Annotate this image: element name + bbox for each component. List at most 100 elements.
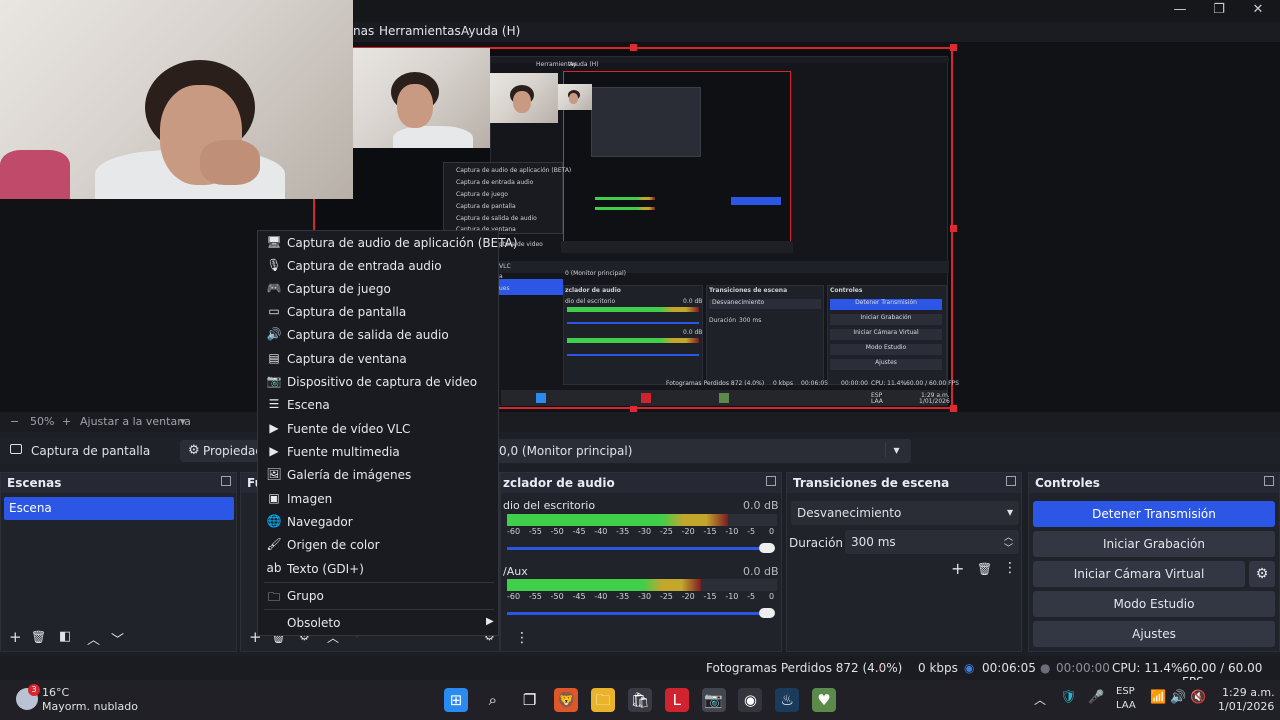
chevron-up-icon[interactable]: ︿: [1034, 691, 1046, 708]
transition-menu-icon[interactable]: ⋮: [1003, 560, 1017, 576]
context-menu-item[interactable]: Obsoleto: [258, 613, 500, 635]
zoom-in-button[interactable]: +: [62, 415, 71, 428]
resize-handle[interactable]: [630, 405, 637, 412]
minimize-button[interactable]: —: [1160, 0, 1200, 22]
zoom-dropdown-icon[interactable]: ▾: [180, 415, 186, 428]
microphone-icon[interactable]: 🎤: [1088, 690, 1104, 705]
context-menu-item[interactable]: ▣ Imagen: [258, 489, 500, 511]
volume-slider-handle[interactable]: [759, 608, 775, 618]
camera-icon[interactable]: 📷: [701, 688, 726, 712]
context-menu-item[interactable]: ▶ Fuente multimedia: [258, 442, 500, 464]
scenes-panel: Escenas Escena + 🗑 ◧ ︿ ﹀: [0, 472, 237, 652]
context-menu-item[interactable]: 🔊 Captura de salida de audio: [258, 325, 500, 347]
volume-slider[interactable]: [507, 612, 769, 615]
search-icon[interactable]: ⌕: [480, 688, 505, 712]
transition-select[interactable]: Desvanecimiento ▾: [791, 501, 1019, 525]
context-menu-item[interactable]: ab Texto (GDI+): [258, 559, 500, 581]
mixer-menu-icon[interactable]: ⋮: [515, 630, 529, 646]
move-down-button[interactable]: ﹀: [111, 629, 124, 648]
obs-icon[interactable]: ◉: [738, 688, 763, 712]
start-icon[interactable]: ⊞: [444, 688, 468, 712]
nested-duration-label: Duración: [709, 317, 737, 324]
source-type-icon: 🔊: [266, 327, 282, 341]
mute-icon[interactable]: 🔇: [1190, 690, 1206, 705]
weather-temp[interactable]: 16°C: [42, 686, 69, 699]
start-virtual-camera-button[interactable]: Iniciar Cámara Virtual: [1033, 561, 1245, 587]
app-l-icon[interactable]: L: [664, 688, 689, 712]
resize-handle[interactable]: [950, 405, 957, 412]
studio-mode-button[interactable]: Modo Estudio: [1033, 591, 1275, 617]
fit-window-option[interactable]: Ajustar a la ventana: [80, 415, 191, 428]
context-menu-item[interactable]: 🎙 Captura de entrada audio: [258, 256, 500, 278]
volume-slider-handle[interactable]: [759, 543, 775, 553]
clock-time[interactable]: 1:29 a.m.: [1222, 686, 1275, 699]
duration-spinbox[interactable]: 300 ms ︿ ﹀: [845, 530, 1019, 554]
display-select[interactable]: 0,0 (Monitor principal) ▾: [497, 439, 911, 463]
virtual-camera-settings-button[interactable]: ⚙: [1249, 561, 1275, 587]
menu-item-help[interactable]: Ayuda (H): [461, 24, 520, 38]
steam-icon[interactable]: ♨: [775, 688, 800, 712]
context-menu-item[interactable]: 📷 Dispositivo de captura de video: [258, 372, 500, 394]
scene-item[interactable]: Escena: [4, 497, 234, 520]
volume-icon[interactable]: 🔊: [1170, 690, 1186, 705]
close-button[interactable]: ✕: [1238, 0, 1278, 22]
remove-transition-button[interactable]: 🗑: [977, 562, 992, 576]
menu-item-tools[interactable]: Herramientas: [379, 24, 461, 38]
store-icon[interactable]: 🛍: [628, 688, 652, 712]
brave-browser-icon[interactable]: 🦁: [554, 688, 579, 712]
menu-item-partial[interactable]: nas: [353, 24, 374, 38]
app-heart-icon[interactable]: ♥: [812, 688, 836, 712]
volume-slider[interactable]: [507, 547, 769, 550]
source-type-icon: 🖌: [266, 537, 282, 551]
scale-tick-label: 0: [769, 592, 775, 601]
file-explorer-icon[interactable]: 🗀: [591, 688, 616, 712]
selection-border: [313, 199, 315, 229]
context-menu-item[interactable]: 🗀 Grupo: [258, 586, 500, 608]
undock-icon[interactable]: [221, 476, 231, 486]
context-menu-item[interactable]: 🖼 Galería de imágenes: [258, 465, 500, 487]
clock-date[interactable]: 1/01/2026: [1218, 700, 1274, 713]
context-menu-item[interactable]: 🖥 Captura de audio de aplicación (BETA): [258, 233, 517, 255]
nested-mixer-channel: dio del escritorio: [565, 298, 616, 305]
start-recording-button[interactable]: Iniciar Grabación: [1033, 531, 1275, 557]
language-secondary[interactable]: LAA: [1116, 700, 1136, 711]
scale-tick-label: -50: [550, 527, 564, 536]
chevron-down-icon[interactable]: ﹀: [1004, 541, 1013, 554]
zoom-out-button[interactable]: −: [10, 415, 19, 428]
context-menu-item[interactable]: 🌐 Navegador: [258, 512, 500, 534]
context-menu-item[interactable]: 🖌 Origen de color: [258, 535, 500, 557]
shield-icon[interactable]: 🛡: [1060, 690, 1077, 705]
move-up-button[interactable]: ︿: [87, 629, 100, 648]
add-transition-button[interactable]: +: [951, 559, 964, 578]
language-primary[interactable]: ESP: [1116, 686, 1135, 697]
wifi-icon[interactable]: 📶: [1150, 690, 1166, 705]
resize-handle[interactable]: [630, 44, 637, 51]
context-menu-item[interactable]: ☰ Escena: [258, 395, 500, 417]
transition-select-value: Desvanecimiento: [797, 506, 902, 520]
resize-handle[interactable]: [950, 44, 957, 51]
source-type-icon: 🖼: [266, 467, 282, 481]
context-menu-item[interactable]: ▭ Captura de pantalla: [258, 302, 500, 324]
undock-icon[interactable]: [1264, 476, 1274, 486]
context-menu-item[interactable]: 🎮 Captura de juego: [258, 279, 500, 301]
context-menu-item[interactable]: ▤ Captura de ventana: [258, 349, 500, 371]
resize-handle[interactable]: [950, 225, 957, 232]
scene-filter-button[interactable]: ◧: [59, 629, 71, 644]
properties-button[interactable]: ⚙ Propiedad: [180, 440, 263, 462]
maximize-button[interactable]: ❐: [1199, 0, 1239, 22]
context-menu-item-label: Obsoleto: [287, 616, 341, 630]
nested-webcam-overlay: [490, 73, 558, 123]
context-menu-item[interactable]: ▶ Fuente de vídeo VLC: [258, 419, 500, 441]
scene-item-label: Escena: [9, 501, 52, 515]
nested-status: 0 kbps: [773, 380, 793, 387]
add-scene-button[interactable]: +: [9, 628, 22, 646]
controls-panel: Controles Detener Transmisión Iniciar Gr…: [1028, 472, 1280, 652]
weather-desc[interactable]: Mayorm. nublado: [42, 700, 138, 713]
undock-icon[interactable]: [1006, 476, 1016, 486]
undock-icon[interactable]: [766, 476, 776, 486]
stop-streaming-button[interactable]: Detener Transmisión: [1033, 501, 1275, 527]
context-menu-item-label: Fuente multimedia: [287, 445, 400, 459]
task-view-icon[interactable]: ❐: [517, 688, 542, 712]
settings-button[interactable]: Ajustes: [1033, 621, 1275, 647]
remove-scene-button[interactable]: 🗑: [31, 630, 46, 644]
